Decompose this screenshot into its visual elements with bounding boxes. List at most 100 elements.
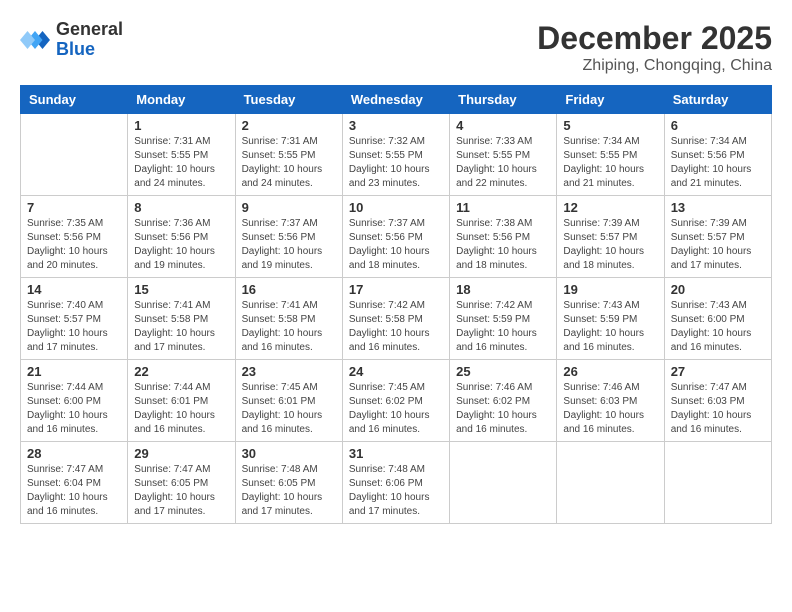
calendar-cell	[450, 442, 557, 524]
day-info: Sunrise: 7:43 AM Sunset: 5:59 PM Dayligh…	[563, 299, 657, 355]
calendar-cell: 1 Sunrise: 7:31 AM Sunset: 5:55 PM Daylig…	[128, 114, 235, 196]
day-info: Sunrise: 7:46 AM Sunset: 6:02 PM Dayligh…	[456, 381, 550, 437]
calendar-cell: 13 Sunrise: 7:39 AM Sunset: 5:57 PM Dayli…	[664, 196, 771, 278]
day-number: 26	[563, 364, 657, 379]
col-thursday: Thursday	[450, 86, 557, 114]
col-monday: Monday	[128, 86, 235, 114]
day-info: Sunrise: 7:44 AM Sunset: 6:01 PM Dayligh…	[134, 381, 228, 437]
day-number: 8	[134, 200, 228, 215]
day-number: 9	[242, 200, 336, 215]
day-number: 23	[242, 364, 336, 379]
day-number: 4	[456, 118, 550, 133]
calendar-table: Sunday Monday Tuesday Wednesday Thursday…	[20, 85, 772, 524]
day-number: 5	[563, 118, 657, 133]
day-number: 24	[349, 364, 443, 379]
calendar-cell	[21, 114, 128, 196]
calendar-cell: 20Sunrise: 7:43 AM Sunset: 6:00 PM Dayli…	[664, 278, 771, 360]
day-info: Sunrise: 7:36 AM Sunset: 5:56 PM Dayligh…	[134, 217, 228, 273]
day-number: 11	[456, 200, 550, 215]
day-number: 12	[563, 200, 657, 215]
day-info: Sunrise: 7:35 AM Sunset: 5:56 PM Dayligh…	[27, 217, 121, 273]
calendar-cell: 30Sunrise: 7:48 AM Sunset: 6:05 PM Dayli…	[235, 442, 342, 524]
calendar-cell: 14 Sunrise: 7:40 AM Sunset: 5:57 PM Dayli…	[21, 278, 128, 360]
day-info: Sunrise: 7:47 AM Sunset: 6:03 PM Dayligh…	[671, 381, 765, 437]
calendar-cell: 29Sunrise: 7:47 AM Sunset: 6:05 PM Dayli…	[128, 442, 235, 524]
calendar-cell: 22 Sunrise: 7:44 AM Sunset: 6:01 PM Dayli…	[128, 360, 235, 442]
calendar-cell: 6Sunrise: 7:34 AM Sunset: 5:56 PM Daylig…	[664, 114, 771, 196]
logo: General Blue	[20, 20, 123, 60]
month-title: December 2025	[537, 20, 772, 57]
col-friday: Friday	[557, 86, 664, 114]
day-info: Sunrise: 7:41 AM Sunset: 5:58 PM Dayligh…	[242, 299, 336, 355]
day-info: Sunrise: 7:34 AM Sunset: 5:55 PM Dayligh…	[563, 135, 657, 191]
calendar-cell: 10 Sunrise: 7:37 AM Sunset: 5:56 PM Dayli…	[342, 196, 449, 278]
logo-general-text: General	[56, 20, 123, 40]
calendar-week-row-2: 7 Sunrise: 7:35 AM Sunset: 5:56 PM Daylig…	[21, 196, 772, 278]
location-title: Zhiping, Chongqing, China	[537, 57, 772, 75]
day-number: 7	[27, 200, 121, 215]
day-info: Sunrise: 7:39 AM Sunset: 5:57 PM Dayligh…	[563, 217, 657, 273]
day-number: 15	[134, 282, 228, 297]
day-info: Sunrise: 7:32 AM Sunset: 5:55 PM Dayligh…	[349, 135, 443, 191]
calendar-cell: 15 Sunrise: 7:41 AM Sunset: 5:58 PM Dayli…	[128, 278, 235, 360]
day-number: 1	[134, 118, 228, 133]
day-number: 10	[349, 200, 443, 215]
day-number: 28	[27, 446, 121, 461]
calendar-week-row-1: 1 Sunrise: 7:31 AM Sunset: 5:55 PM Daylig…	[21, 114, 772, 196]
calendar-cell: 4 Sunrise: 7:33 AM Sunset: 5:55 PM Daylig…	[450, 114, 557, 196]
col-saturday: Saturday	[664, 86, 771, 114]
day-number: 13	[671, 200, 765, 215]
day-info: Sunrise: 7:31 AM Sunset: 5:55 PM Dayligh…	[134, 135, 228, 191]
col-tuesday: Tuesday	[235, 86, 342, 114]
day-info: Sunrise: 7:41 AM Sunset: 5:58 PM Dayligh…	[134, 299, 228, 355]
col-wednesday: Wednesday	[342, 86, 449, 114]
day-info: Sunrise: 7:46 AM Sunset: 6:03 PM Dayligh…	[563, 381, 657, 437]
calendar-cell: 21Sunrise: 7:44 AM Sunset: 6:00 PM Dayli…	[21, 360, 128, 442]
day-number: 6	[671, 118, 765, 133]
calendar-week-row-3: 14 Sunrise: 7:40 AM Sunset: 5:57 PM Dayli…	[21, 278, 772, 360]
logo-text: General Blue	[56, 20, 123, 60]
calendar-cell: 18Sunrise: 7:42 AM Sunset: 5:59 PM Dayli…	[450, 278, 557, 360]
day-number: 22	[134, 364, 228, 379]
logo-blue-text: Blue	[56, 40, 123, 60]
day-number: 2	[242, 118, 336, 133]
calendar-cell: 12 Sunrise: 7:39 AM Sunset: 5:57 PM Dayli…	[557, 196, 664, 278]
day-info: Sunrise: 7:31 AM Sunset: 5:55 PM Dayligh…	[242, 135, 336, 191]
calendar-cell: 17Sunrise: 7:42 AM Sunset: 5:58 PM Dayli…	[342, 278, 449, 360]
day-number: 25	[456, 364, 550, 379]
calendar-cell: 3 Sunrise: 7:32 AM Sunset: 5:55 PM Daylig…	[342, 114, 449, 196]
day-number: 31	[349, 446, 443, 461]
calendar-cell	[557, 442, 664, 524]
day-info: Sunrise: 7:42 AM Sunset: 5:58 PM Dayligh…	[349, 299, 443, 355]
calendar-week-row-5: 28Sunrise: 7:47 AM Sunset: 6:04 PM Dayli…	[21, 442, 772, 524]
calendar-cell: 7 Sunrise: 7:35 AM Sunset: 5:56 PM Daylig…	[21, 196, 128, 278]
day-info: Sunrise: 7:40 AM Sunset: 5:57 PM Dayligh…	[27, 299, 121, 355]
calendar-cell: 8 Sunrise: 7:36 AM Sunset: 5:56 PM Daylig…	[128, 196, 235, 278]
day-number: 27	[671, 364, 765, 379]
calendar-cell: 9Sunrise: 7:37 AM Sunset: 5:56 PM Daylig…	[235, 196, 342, 278]
calendar-cell: 31 Sunrise: 7:48 AM Sunset: 6:06 PM Dayli…	[342, 442, 449, 524]
calendar-cell	[664, 442, 771, 524]
title-section: December 2025 Zhiping, Chongqing, China	[537, 20, 772, 75]
day-number: 18	[456, 282, 550, 297]
calendar-cell: 23Sunrise: 7:45 AM Sunset: 6:01 PM Dayli…	[235, 360, 342, 442]
calendar-cell: 25 Sunrise: 7:46 AM Sunset: 6:02 PM Dayli…	[450, 360, 557, 442]
day-number: 14	[27, 282, 121, 297]
day-info: Sunrise: 7:33 AM Sunset: 5:55 PM Dayligh…	[456, 135, 550, 191]
day-number: 3	[349, 118, 443, 133]
day-info: Sunrise: 7:43 AM Sunset: 6:00 PM Dayligh…	[671, 299, 765, 355]
header: General Blue December 2025 Zhiping, Chon…	[20, 20, 772, 75]
day-info: Sunrise: 7:38 AM Sunset: 5:56 PM Dayligh…	[456, 217, 550, 273]
day-info: Sunrise: 7:45 AM Sunset: 6:02 PM Dayligh…	[349, 381, 443, 437]
day-info: Sunrise: 7:48 AM Sunset: 6:05 PM Dayligh…	[242, 463, 336, 519]
calendar-cell: 2 Sunrise: 7:31 AM Sunset: 5:55 PM Daylig…	[235, 114, 342, 196]
logo-icon	[20, 25, 50, 55]
page: General Blue December 2025 Zhiping, Chon…	[0, 0, 792, 534]
calendar-cell: 26 Sunrise: 7:46 AM Sunset: 6:03 PM Dayli…	[557, 360, 664, 442]
day-info: Sunrise: 7:37 AM Sunset: 5:56 PM Dayligh…	[349, 217, 443, 273]
col-sunday: Sunday	[21, 86, 128, 114]
calendar-cell: 28Sunrise: 7:47 AM Sunset: 6:04 PM Dayli…	[21, 442, 128, 524]
day-info: Sunrise: 7:39 AM Sunset: 5:57 PM Dayligh…	[671, 217, 765, 273]
day-info: Sunrise: 7:48 AM Sunset: 6:06 PM Dayligh…	[349, 463, 443, 519]
day-number: 29	[134, 446, 228, 461]
